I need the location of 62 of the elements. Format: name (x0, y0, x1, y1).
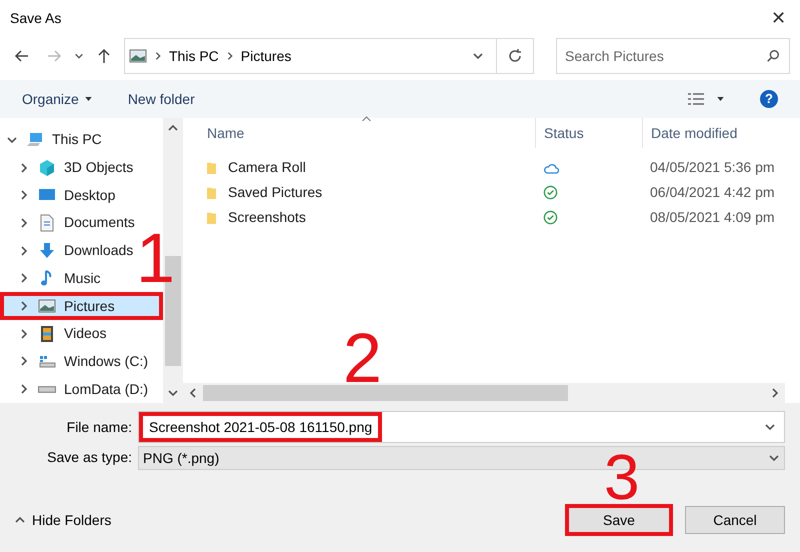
hide-folders-button[interactable]: Hide Folders (14, 510, 112, 530)
date-cell-text: 08/05/2021 4:09 pm (649, 208, 775, 227)
cube-icon (38, 158, 56, 177)
sidebar-item[interactable]: Desktop (0, 181, 120, 210)
sidebar-item[interactable]: Downloads (0, 236, 138, 265)
sidebar-item[interactable]: LomData (D:) (0, 375, 152, 403)
file-name-cell[interactable]: Saved Pictures (228, 182, 322, 203)
cloud-icon (543, 162, 559, 174)
date-cell-text: 06/04/2021 4:42 pm (649, 183, 775, 202)
folder-icon (207, 210, 216, 224)
organize-button[interactable]: Organize (22, 88, 92, 110)
file-name-value: Screenshot 2021-05-08 161150.png (139, 412, 382, 442)
help-button[interactable]: ? (760, 90, 778, 108)
sidebar-item[interactable]: 3D Objects (0, 154, 138, 182)
refresh-icon[interactable] (507, 48, 523, 64)
close-button[interactable]: ✕ (767, 4, 790, 32)
column-header[interactable]: Date modified (642, 118, 785, 148)
up-arrow-icon[interactable] (96, 48, 112, 64)
search-icon (766, 49, 780, 63)
download-arrow-icon (38, 242, 56, 260)
check-circle-icon (543, 210, 558, 225)
new-folder-button[interactable]: New folder (128, 88, 195, 110)
file-name-cell[interactable]: Camera Roll (228, 157, 306, 178)
date-cell-text: 04/05/2021 5:36 pm (649, 158, 775, 177)
recent-dropdown-icon (74, 51, 84, 61)
caret-icon (717, 97, 724, 101)
sidebar-item[interactable]: This PC (0, 126, 106, 154)
address-bar[interactable]: This PC Pictures (124, 38, 534, 74)
film-strip-icon (38, 324, 56, 343)
view-list-icon[interactable] (687, 92, 705, 106)
check-circle-icon (543, 185, 558, 200)
file-name-field[interactable]: Screenshot 2021-05-08 161150.png (138, 411, 785, 443)
search-field[interactable]: Search Pictures (556, 38, 790, 74)
sidebar-item[interactable]: Windows (C:) (0, 348, 152, 376)
horizontal-scrollbar[interactable] (183, 383, 785, 403)
breadcrumb-item[interactable]: This PC (169, 46, 219, 66)
step-number: 2 (343, 332, 382, 384)
landscape-icon (38, 297, 56, 316)
computer-icon (26, 130, 44, 149)
back-arrow-icon[interactable] (14, 48, 30, 64)
window-title: Save As (10, 8, 62, 28)
step-number: 1 (136, 232, 175, 284)
column-header[interactable]: Status (535, 118, 642, 148)
save-button[interactable]: Save (565, 504, 673, 536)
caret-icon (84, 97, 92, 101)
sort-caret-icon (362, 116, 371, 121)
sidebar-item[interactable]: Videos (0, 320, 111, 348)
file-name-cell[interactable]: Screenshots (228, 207, 306, 228)
folder-icon (207, 186, 216, 200)
breadcrumb-separator-icon (153, 51, 163, 61)
field-label: Save as type: (46, 448, 133, 467)
folder-icon (207, 160, 216, 174)
cancel-button[interactable]: Cancel (685, 506, 785, 534)
landscape-icon (129, 47, 147, 65)
field-label: File name: (66, 418, 133, 436)
drive-icon (38, 386, 56, 393)
sidebar-item[interactable]: Pictures (0, 292, 163, 320)
sidebar-item[interactable]: Music (0, 264, 105, 292)
breadcrumb-item[interactable]: Pictures (240, 46, 292, 66)
sidebar-item[interactable]: Documents (0, 209, 139, 237)
column-header[interactable]: Name (190, 122, 535, 144)
document-icon (38, 214, 56, 232)
